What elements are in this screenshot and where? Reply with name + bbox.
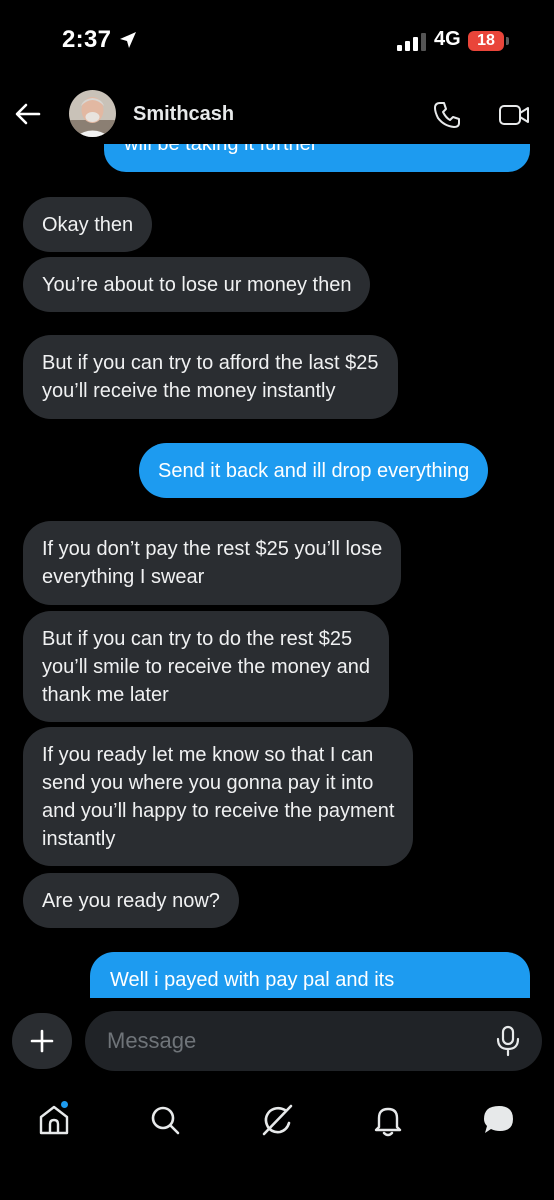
message-text: You’re about to lose ur money then <box>42 273 352 296</box>
sent-message-bubble[interactable]: Send it back and ill drop everything <box>139 443 489 498</box>
grok-icon <box>262 1104 293 1136</box>
sent-message-bubble[interactable]: Well i payed with pay pal and its <box>90 952 530 998</box>
status-bar: 2:37 4G 18 <box>0 0 554 80</box>
nav-notifications[interactable] <box>364 1096 412 1144</box>
message-text-line: and you’ll happy to receive the payment <box>42 799 395 822</box>
message-input[interactable] <box>107 1011 477 1071</box>
nav-home[interactable] <box>30 1096 78 1144</box>
contact-name[interactable]: Smithcash <box>133 103 234 126</box>
received-message-bubble[interactable]: Are you ready now? <box>23 873 239 928</box>
status-time: 2:37 <box>62 26 112 53</box>
phone-icon[interactable] <box>432 100 462 130</box>
composer <box>0 998 554 1080</box>
message-text-line: everything I swear <box>42 566 205 588</box>
received-message-bubble[interactable]: But if you can try to afford the last $2… <box>23 335 398 419</box>
back-arrow-icon[interactable] <box>14 100 42 128</box>
message-text-line: thank me later <box>42 683 169 706</box>
message-text-line: But if you can try to afford the last $2… <box>42 352 379 374</box>
message-text-line: If you don’t pay the rest $25 you’ll los… <box>42 538 383 560</box>
bottom-nav <box>0 1080 554 1200</box>
message-text: Okay then <box>42 213 134 236</box>
battery-icon: 18 <box>468 31 504 51</box>
avatar-image <box>69 90 116 137</box>
received-message-bubble[interactable]: If you don’t pay the rest $25 you’ll los… <box>23 521 402 605</box>
message-text: Are you ready now? <box>42 889 220 912</box>
received-message-bubble[interactable]: Okay then <box>23 197 153 252</box>
microphone-icon[interactable] <box>493 1025 523 1057</box>
messages-icon <box>484 1106 513 1133</box>
message-text-line: If you ready let me know so that I can <box>42 743 374 766</box>
received-message-bubble[interactable]: But if you can try to do the rest $25 yo… <box>23 611 389 722</box>
received-message-bubble[interactable]: If you ready let me know so that I can s… <box>23 727 414 866</box>
nav-messages[interactable] <box>475 1096 523 1144</box>
video-call-icon[interactable] <box>498 102 530 128</box>
nav-search[interactable] <box>141 1096 189 1144</box>
message-text-line: But if you can try to do the rest $25 <box>42 627 353 650</box>
network-type: 4G <box>434 28 461 50</box>
message-field[interactable] <box>85 1011 542 1071</box>
received-message-bubble[interactable]: You’re about to lose ur money then <box>23 257 371 312</box>
message-text-line: you’ll receive the money instantly <box>42 380 336 402</box>
location-arrow-icon <box>120 32 136 48</box>
notification-dot <box>60 1100 69 1109</box>
avatar[interactable] <box>69 90 116 137</box>
notifications-icon <box>374 1107 402 1137</box>
battery-level: 18 <box>477 32 495 49</box>
nav-grok[interactable] <box>253 1096 301 1144</box>
chat-header: Smithcash <box>0 80 554 144</box>
message-text: Well i payed with pay pal and its <box>110 969 395 991</box>
message-text: Send it back and ill drop everything <box>158 459 470 482</box>
message-text-line: send you where you gonna pay it into <box>42 771 374 794</box>
message-text-line: you’ll smile to receive the money and <box>42 655 370 678</box>
battery-tip <box>506 37 509 45</box>
plus-icon <box>30 1029 54 1053</box>
search-icon <box>151 1106 180 1135</box>
signal-bars-icon <box>397 33 426 51</box>
message-text-line: instantly <box>42 827 116 850</box>
add-attachment-button[interactable] <box>12 1013 72 1069</box>
